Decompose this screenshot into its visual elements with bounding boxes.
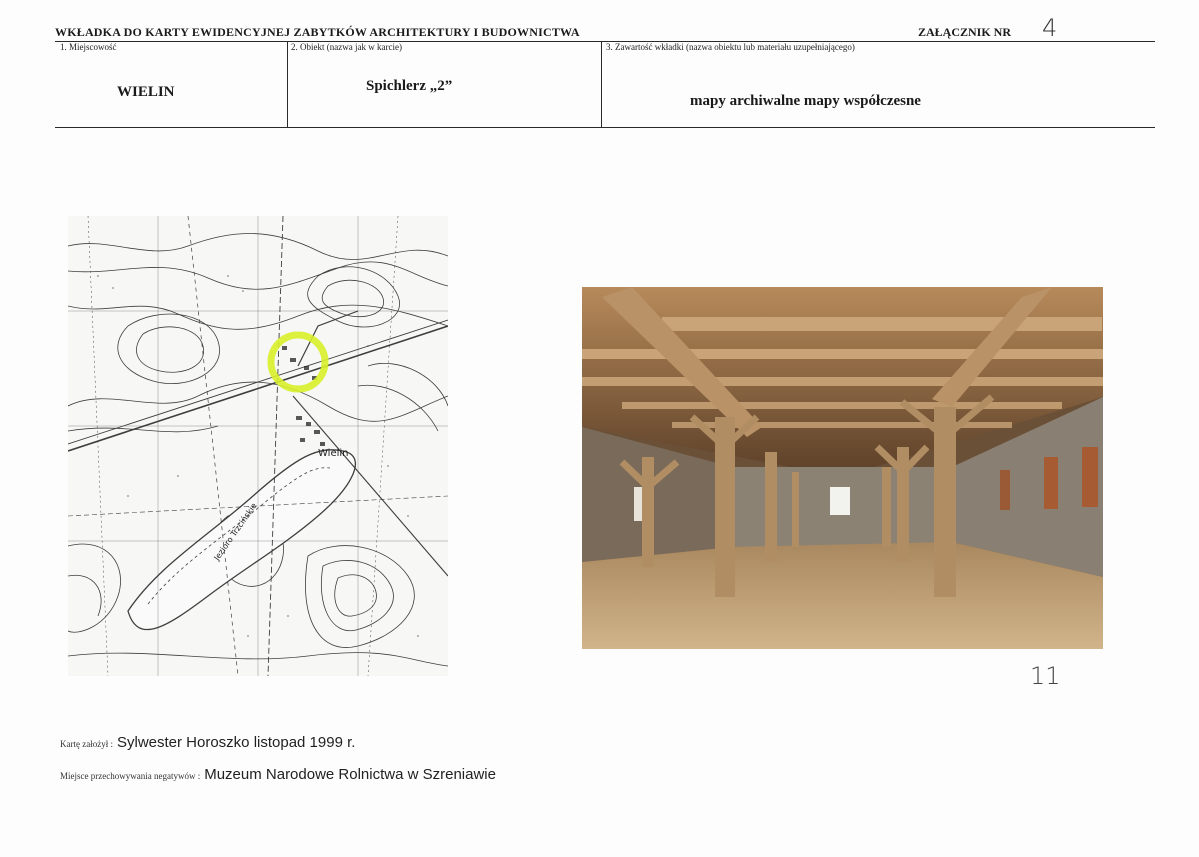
form-title: WKŁADKA DO KARTY EWIDENCYJNEJ ZABYTKÓW A… — [55, 25, 580, 39]
granary-interior-drawing — [582, 287, 1103, 649]
storage-label: Miejsce przechowywania negatywów : — [60, 771, 201, 781]
topographic-map-drawing: Wielin Jezioro Trzcińskie — [68, 216, 448, 676]
field-divider-1 — [287, 41, 288, 127]
field-label-object: 2. Obiekt (nazwa jak w karcie) — [291, 42, 402, 52]
field-value-content: mapy archiwalne mapy współczesne — [690, 93, 921, 109]
field-label-locality: 1. Miejscowość — [60, 42, 117, 52]
field-value-locality: WIELIN — [117, 84, 175, 100]
header-top-rule — [55, 41, 1155, 42]
attachment-number: 4 — [1042, 14, 1058, 42]
attachment-label: ZAŁĄCZNIK NR — [918, 25, 1012, 39]
granary-interior-photo — [582, 287, 1103, 649]
author-line: Kartę założył : Sylwester Horoszko listo… — [60, 734, 355, 752]
field-divider-2 — [601, 41, 602, 127]
map-place-label: Wielin — [318, 448, 349, 459]
handwritten-photo-number: 11 — [1030, 662, 1061, 690]
header-bottom-rule — [55, 127, 1155, 128]
author-value: Sylwester Horoszko listopad 1999 r. — [116, 734, 356, 751]
storage-value: Muzeum Narodowe Rolnictwa w Szreniawie — [204, 766, 496, 783]
field-value-object: Spichlerz „2” — [366, 78, 453, 94]
storage-line: Miejsce przechowywania negatywów : Muzeu… — [60, 766, 496, 784]
field-label-content: 3. Zawartość wkładki (nazwa obiektu lub … — [606, 42, 855, 52]
topographic-map: Wielin Jezioro Trzcińskie — [68, 216, 448, 676]
author-label: Kartę założył : — [60, 739, 113, 749]
